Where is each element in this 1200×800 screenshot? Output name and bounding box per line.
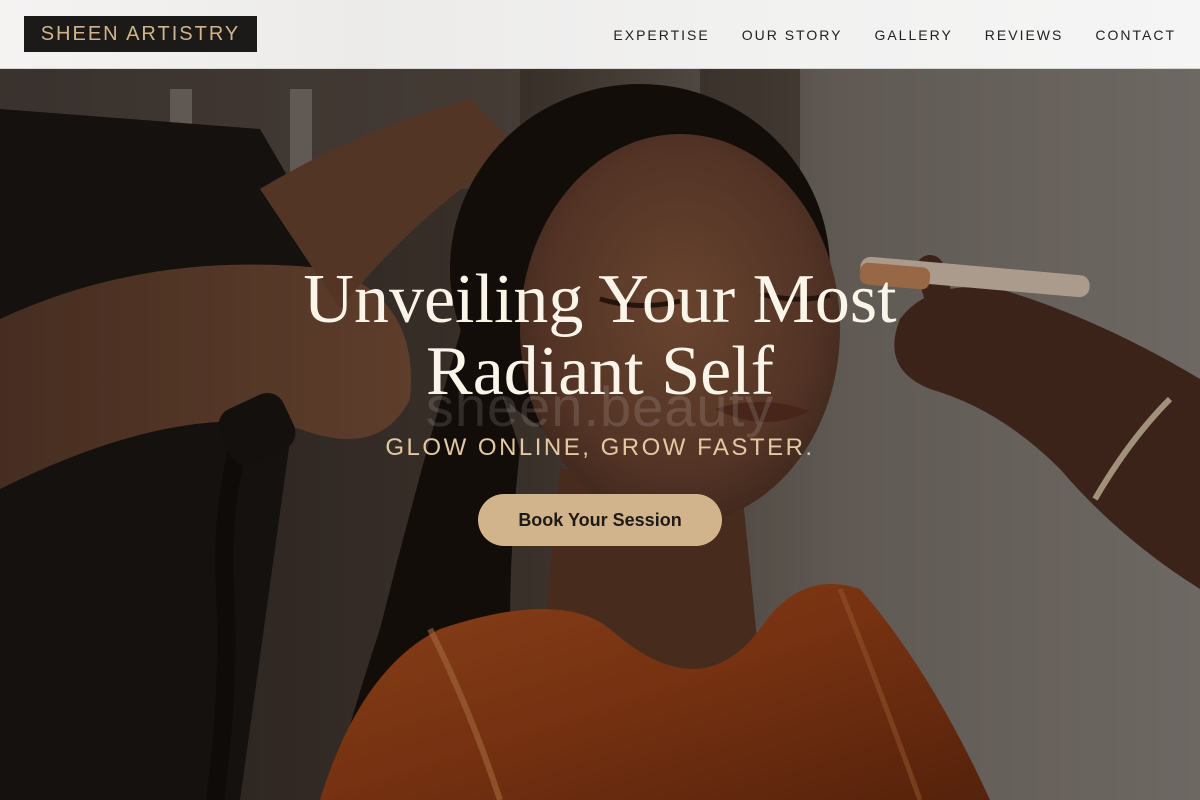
hero-tagline: GLOW ONLINE, GROW FASTER. (385, 434, 815, 461)
nav-link-expertise[interactable]: EXPERTISE (613, 27, 709, 43)
hero-section: sheen.beauty Unveiling Your Most Radiant… (0, 69, 1200, 800)
hero-title-line-2: Radiant Self (426, 333, 774, 410)
nav-link-contact[interactable]: CONTACT (1095, 27, 1176, 43)
nav-link-reviews[interactable]: REVIEWS (985, 27, 1064, 43)
nav-link-our-story[interactable]: OUR STORY (742, 27, 843, 43)
logo[interactable]: SHEEN ARTISTRY (24, 16, 257, 52)
main-nav: EXPERTISE OUR STORY GALLERY REVIEWS CONT… (613, 0, 1176, 69)
hero-title: Unveiling Your Most Radiant Self (200, 264, 1000, 408)
book-session-button[interactable]: Book Your Session (478, 494, 722, 546)
site-header: SHEEN ARTISTRY EXPERTISE OUR STORY GALLE… (0, 0, 1200, 69)
hero-title-line-1: Unveiling Your Most (303, 261, 897, 338)
nav-link-gallery[interactable]: GALLERY (874, 27, 952, 43)
